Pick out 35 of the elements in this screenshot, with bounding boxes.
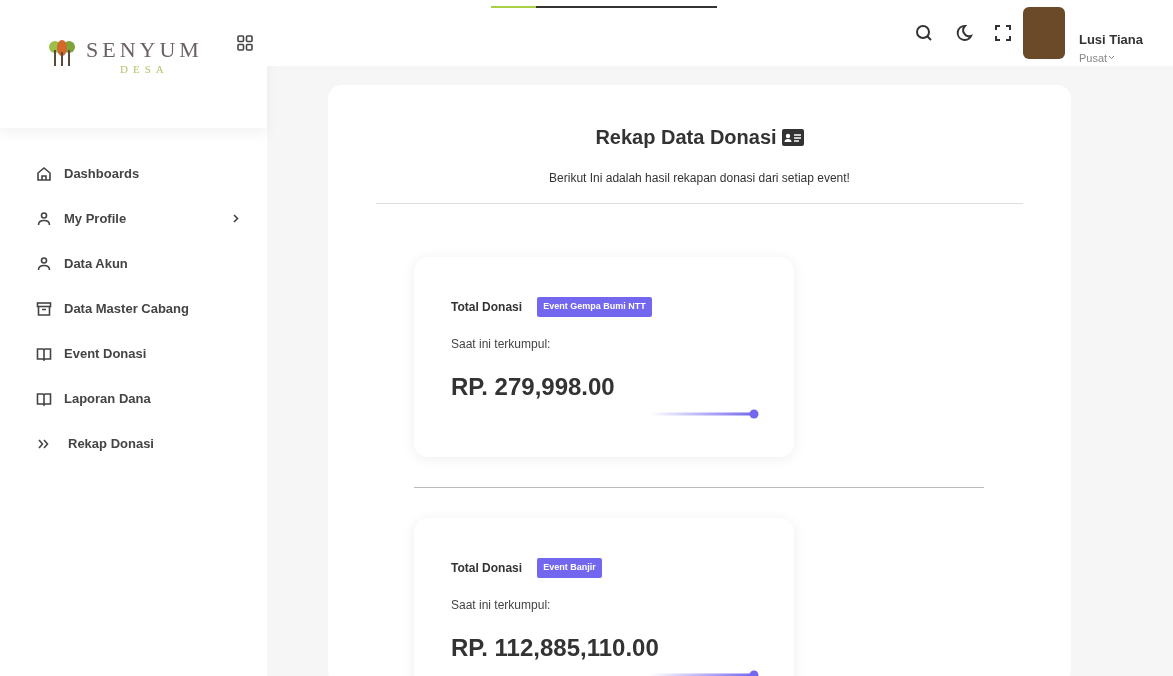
total-label: Total Donasi [451,559,523,577]
home-icon [36,165,52,182]
user-icon [36,210,52,227]
sidebar-item[interactable]: My Profile [36,196,239,241]
total-label: Total Donasi [451,298,523,316]
trees-logo-icon [48,38,76,68]
user-role[interactable]: Pusat [1078,49,1108,66]
sidebar-item[interactable]: Dashboards [36,151,239,196]
archive-icon [36,300,52,317]
collected-caption: Saat ini terkumpul: [451,596,552,614]
book-icon [36,390,52,407]
logo-name: SENYUM [86,38,203,62]
donation-amount: RP. 279,998.00 [451,371,616,402]
page-title: Rekap Data Donasi [595,125,777,150]
chevron-down-icon[interactable] [1108,55,1116,61]
user-icon [36,255,52,272]
avatar-photo-placeholder[interactable] [1022,7,1065,59]
event-badge: Event Gempa Bumi NTT [537,297,652,317]
donation-amount: RP. 112,885,110.00 [451,632,660,663]
search-icon[interactable] [914,24,933,42]
logo-tagline: DESA [120,62,169,76]
grid-icon[interactable] [236,35,253,51]
user-name[interactable]: Lusi Tiana [1078,30,1143,50]
event-badge: Event Banjir [537,558,602,578]
id-card-icon [781,128,804,146]
moon-icon[interactable] [954,24,973,42]
sidebar-item[interactable]: Data Akun [36,241,239,286]
sidebar-item[interactable]: Data Master Cabang [36,286,239,331]
fullscreen-icon[interactable] [994,25,1011,41]
page-subtitle: Berikut Ini adalah hasil rekapan donasi dari setiap event! [376,169,1023,204]
collected-caption: Saat ini terkumpul: [451,335,552,353]
book-icon [36,345,52,362]
sidebar-item[interactable]: Laporan Dana [36,376,239,421]
sidebar-item[interactable]: Rekap Donasi [36,421,239,466]
sidebar-item[interactable]: Event Donasi [36,331,239,376]
